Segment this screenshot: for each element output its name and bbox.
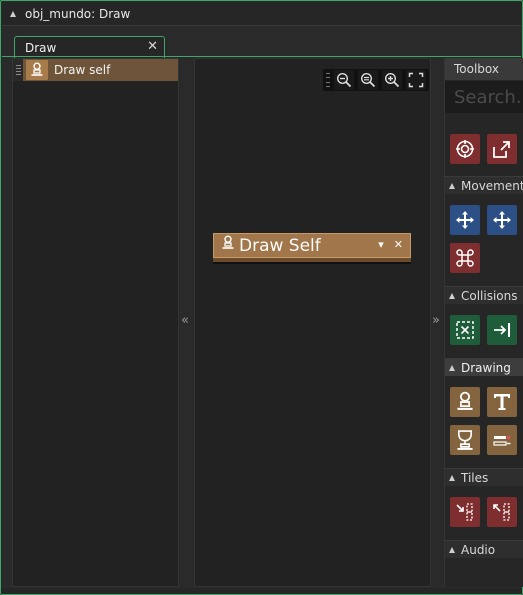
window-title: obj_mundo: Draw — [25, 6, 131, 21]
event-item-draw-self[interactable]: Draw self — [13, 59, 178, 81]
collapse-triangle-icon[interactable] — [10, 10, 16, 17]
section-triangle-icon — [449, 364, 455, 371]
draw-value-icon[interactable] — [487, 425, 517, 455]
tab-underline — [2, 56, 521, 57]
toolbox-section-drawing[interactable]: Drawing — [445, 358, 523, 376]
collapse-right-button[interactable]: » — [432, 313, 440, 328]
editor-window: obj_mundo: Draw Draw ✕ Draw self « Draw … — [0, 0, 523, 595]
section-label: Drawing — [461, 360, 511, 375]
collision-arrow-icon[interactable] — [487, 315, 517, 345]
action-controls: ▾ ✕ — [378, 238, 403, 251]
action-block-draw-self[interactable]: Draw Self ▾ ✕ — [213, 233, 411, 264]
zoom-out-icon[interactable] — [334, 70, 354, 90]
collapse-left-button[interactable]: « — [181, 313, 189, 328]
draw-self-icon — [221, 235, 235, 256]
chevron-down-icon[interactable]: ▾ — [378, 238, 384, 251]
tab-strip: Draw ✕ — [2, 27, 521, 58]
section-triangle-icon — [449, 474, 455, 481]
window-bottom-edge — [1, 588, 522, 594]
toolbox-search-input[interactable]: Search... — [445, 81, 523, 113]
open-external-icon[interactable] — [487, 134, 517, 164]
zoom-toolbar — [323, 69, 429, 91]
toolbox-title: Toolbox — [445, 58, 523, 80]
tile-set-icon[interactable] — [450, 497, 480, 527]
move-direction-icon[interactable] — [487, 205, 517, 235]
toolbox-section-audio[interactable]: Audio — [445, 540, 523, 558]
command-icon[interactable] — [450, 243, 480, 273]
target-icon[interactable] — [450, 134, 480, 164]
event-label: Draw self — [54, 63, 111, 77]
section-triangle-icon — [449, 292, 455, 299]
close-icon[interactable]: ✕ — [394, 238, 403, 251]
window-titlebar[interactable]: obj_mundo: Draw — [2, 2, 521, 26]
section-label: Movement — [461, 178, 523, 193]
section-label: Collisions — [461, 288, 518, 303]
action-block-shadow — [213, 262, 411, 264]
toolbox-section-tiles[interactable]: Tiles — [445, 468, 523, 486]
draw-text-icon[interactable] — [487, 387, 517, 417]
draw-self-icon — [26, 60, 48, 80]
tab-close-icon[interactable]: ✕ — [147, 40, 158, 54]
move-arrows-icon[interactable] — [450, 205, 480, 235]
collision-box-icon[interactable] — [450, 315, 480, 345]
toolbox-panel: Toolbox Search... Movement — [444, 58, 523, 587]
section-label: Audio — [461, 542, 496, 557]
draw-self-icon[interactable] — [450, 387, 480, 417]
tile-get-icon[interactable] — [487, 497, 517, 527]
zoom-toolbar-grip-icon[interactable] — [326, 73, 330, 87]
action-block-header[interactable]: Draw Self ▾ ✕ — [213, 233, 411, 258]
zoom-in-icon[interactable] — [382, 70, 402, 90]
drag-handle-icon[interactable] — [13, 59, 23, 81]
tab-label: Draw — [25, 40, 57, 55]
zoom-reset-icon[interactable] — [358, 70, 378, 90]
action-canvas[interactable]: Draw Self ▾ ✕ — [194, 58, 431, 587]
draw-sprite-icon[interactable] — [450, 425, 480, 455]
tab-draw[interactable]: Draw ✕ — [14, 36, 165, 58]
toolbox-section-movement[interactable]: Movement — [445, 176, 523, 194]
toolbox-section-collisions[interactable]: Collisions — [445, 286, 523, 304]
section-label: Tiles — [461, 470, 489, 485]
fit-screen-icon[interactable] — [406, 70, 426, 90]
action-label: Draw Self — [239, 235, 321, 256]
events-panel: Draw self — [12, 58, 179, 587]
section-triangle-icon — [449, 182, 455, 189]
section-triangle-icon — [449, 546, 455, 553]
